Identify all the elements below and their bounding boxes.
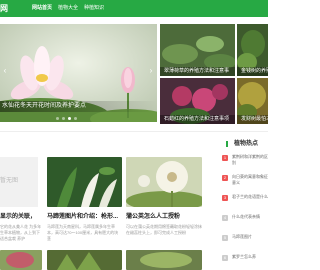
rank-badge: 2 [222, 175, 228, 181]
hot-item-link[interactable]: 紫罗兰怎么养 [232, 254, 268, 266]
slider-prev-arrow[interactable]: ‹ [2, 66, 8, 76]
tile-caption: 发财树最怕三种肥 [237, 115, 268, 124]
nav-home[interactable]: 网站首页 [32, 4, 52, 12]
nav-plants[interactable]: 植物大全 [58, 4, 78, 12]
article-title[interactable]: 蒲公英怎么人工授粉 [126, 213, 180, 221]
nav-knowledge[interactable]: 种植知识 [84, 4, 104, 12]
sidebar-title: 植物热点 [234, 141, 259, 147]
top-nav-bar: 网 网站首页 植物大全 种植知识 [0, 0, 268, 17]
dandelion-image [126, 157, 202, 207]
featured-tile[interactable]: 翠薄荷草的养殖方法和注意事 [160, 24, 235, 76]
site-logo[interactable]: 网 [0, 3, 9, 14]
calla-lily-image [47, 157, 122, 207]
article-excerpt: 可以在蒲公英花期用棉签蘸取花粉轻轻涂抹在雌蕊柱头上，即可完成人工授粉 [126, 224, 202, 235]
article-title[interactable]: 马蹄莲图片和介绍：枪形... [47, 213, 118, 221]
slider-next-arrow[interactable]: › [148, 66, 154, 76]
slide-caption[interactable]: 水仙花冬天开花时间及养护要点 [0, 101, 157, 112]
article-thumbnail[interactable] [47, 157, 122, 207]
rank-badge: 3 [222, 195, 228, 201]
hot-item-link[interactable]: 什么花代表亲情 [232, 214, 268, 226]
hot-item-link[interactable]: 君子兰的花语是什么 [232, 194, 268, 206]
article-thumbnail[interactable] [47, 250, 122, 270]
article-thumbnail[interactable] [126, 157, 202, 207]
article-excerpt: 马蹄莲为天南星科，马蹄莲属多年生草本，高可达70～100厘米，具有肥大的块茎 [47, 224, 119, 241]
hot-item-link[interactable]: 向日葵的寓意和象征意义 [232, 174, 268, 186]
hot-item-link[interactable]: 紫荆树和洋紫荆的区别 [232, 154, 268, 166]
rank-badge: 4 [222, 215, 228, 221]
article-thumbnail[interactable] [0, 250, 42, 270]
featured-tile[interactable]: 金钱树的养殖方法 [237, 24, 268, 76]
article-title[interactable]: 显示的关联， [0, 213, 36, 221]
slider-dot[interactable] [56, 117, 59, 120]
tile-caption: 金钱树的养殖方法 [237, 67, 268, 76]
slider-dot-active[interactable] [68, 117, 71, 120]
featured-tile[interactable]: 发财树最怕三种肥 [237, 78, 268, 124]
plant-image [126, 250, 202, 270]
slider-dot[interactable] [62, 117, 65, 120]
featured-tile[interactable]: 石蜡红的养殖方法和注意事项 [160, 78, 235, 124]
hot-item-link[interactable]: 马蹄莲图片 [232, 234, 268, 246]
tile-caption: 石蜡红的养殖方法和注意事项 [160, 115, 235, 124]
article-thumbnail[interactable] [126, 250, 202, 270]
article-thumbnail-placeholder[interactable]: 暂无图 [0, 157, 38, 207]
hot-plants-sidebar: 植物热点 1 紫荆树和洋紫荆的区别 2 向日葵的寓意和象征意义 3 君子兰的花语… [213, 135, 268, 270]
article-excerpt: 它的花从美人花 为多年生草本植物，从上到下 适合盆栽 养护 [0, 224, 42, 241]
title-accent-bar [226, 141, 228, 147]
plant-image [47, 250, 122, 270]
rank-badge: 5 [222, 235, 228, 241]
section-divider [0, 131, 268, 132]
rank-badge: 1 [222, 155, 228, 161]
rank-badge: 6 [222, 255, 228, 261]
tile-caption: 翠薄荷草的养殖方法和注意事 [160, 67, 235, 76]
placeholder-text: 暂无图 [0, 178, 19, 184]
plant-image [0, 250, 42, 270]
slider-dot[interactable] [74, 117, 77, 120]
